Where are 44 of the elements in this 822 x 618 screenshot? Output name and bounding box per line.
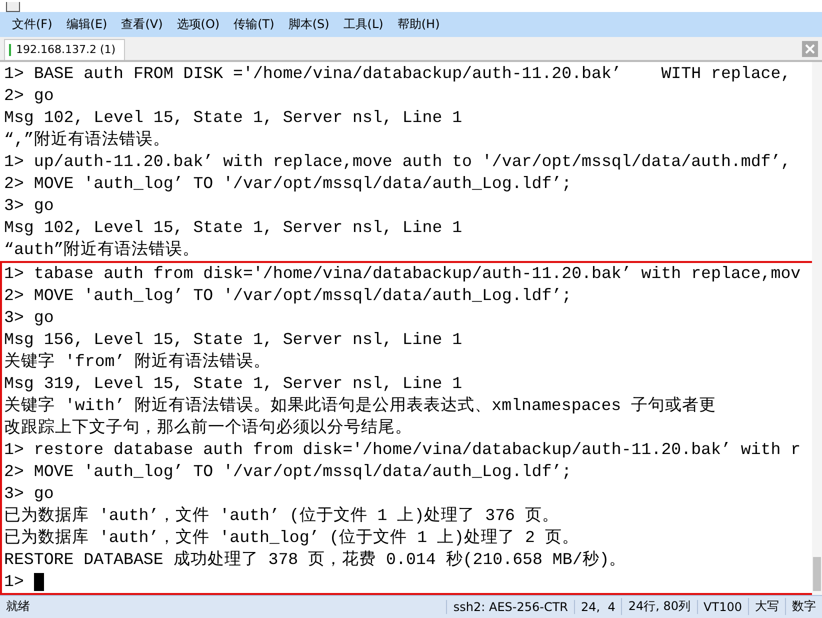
terminal-line: 1> BASE auth FROM DISK ='/home/vina/databackup/auth-11.20.bak’ WITH replace,: [4, 62, 792, 85]
menu-item[interactable]: 选项(O): [170, 14, 226, 35]
terminal-line: “,”附近有语法错误。: [4, 128, 171, 151]
status-text: 24行, 80列: [621, 598, 697, 616]
terminal-line: RESTORE DATABASE 成功处理了 378 页，花费 0.014 秒(210.658 MB/秒)。: [4, 548, 628, 571]
terminal-line: 已为数据库 'auth’，文件 'auth’ (位于文件 1 上)处理了 376 页。: [4, 504, 560, 527]
session-tab[interactable]: 192.168.137.2 (1): [4, 38, 125, 60]
terminal-line: 2> go: [4, 84, 55, 107]
menu-item[interactable]: 编辑(E): [60, 14, 114, 35]
terminal-line: 2> MOVE 'auth_log’ TO '/var/opt/mssql/data/auth_Log.ldf’;: [4, 460, 573, 483]
terminal-line: “auth”附近有语法错误。: [4, 238, 201, 261]
terminal-line: Msg 156, Level 15, State 1, Server nsl, Line 1: [4, 328, 464, 351]
menu-item[interactable]: 脚本(S): [282, 14, 336, 35]
terminal-line: 1> restore database auth from disk='/home/vina/databackup/auth-11.20.bak’ with r: [4, 438, 802, 461]
menu-item[interactable]: 传输(T): [228, 14, 280, 35]
terminal-line: 2> MOVE 'auth_log’ TO '/var/opt/mssql/data/auth_Log.ldf’;: [4, 172, 573, 195]
terminal-line: Msg 102, Level 15, State 1, Server nsl, Line 1: [4, 216, 464, 239]
terminal-line: 1> tabase auth from disk='/home/vina/databackup/auth-11.20.bak’ with replace,mov: [4, 262, 802, 285]
menu-item[interactable]: 文件(F): [6, 14, 58, 35]
terminal-line: 3> go: [4, 194, 55, 217]
tab-label: 192.168.137.2 (1): [16, 43, 116, 56]
close-button[interactable]: [802, 40, 818, 57]
terminal-line: 关键字 'from’ 附近有语法错误。: [4, 350, 272, 373]
status-text: 就绪: [5, 598, 31, 616]
close-icon: [805, 44, 815, 54]
status-text: ssh2: AES-256-CTR: [446, 600, 574, 614]
terminal-line: 关键字 'with’ 附近有语法错误。如果此语句是公用表表达式、xmlnamespaces 子句或者更: [4, 394, 718, 417]
status-text: 数字: [785, 598, 822, 616]
terminal-line: 已为数据库 'auth’，文件 'auth_log’ (位于文件 1 上)处理了 2 页。: [4, 526, 580, 549]
menu-item[interactable]: 工具(L): [337, 14, 390, 35]
terminal-line: Msg 319, Level 15, State 1, Server nsl, Line 1: [4, 372, 464, 395]
status-text: VT100: [696, 600, 748, 614]
status-text: 大写: [748, 598, 785, 616]
terminal-line: 1> up/auth-11.20.bak’ with replace,move auth to '/var/opt/mssql/data/auth.mdf’,: [4, 150, 792, 173]
terminal-line: 3> go: [4, 306, 55, 329]
status-text: 24, 4: [574, 600, 622, 614]
menu-item[interactable]: 帮助(H): [391, 14, 446, 35]
terminal-line: 2> MOVE 'auth_log’ TO '/var/opt/mssql/data/auth_Log.ldf’;: [4, 284, 573, 307]
prompt-text: 1>: [4, 570, 25, 593]
menu-item[interactable]: 查看(V): [115, 14, 169, 35]
terminal-line: 改跟踪上下文子句，那么前一个语句必须以分号结尾。: [4, 416, 413, 439]
terminal-line: 3> go: [4, 482, 55, 505]
app-icon: [6, 2, 20, 12]
terminal-line: Msg 102, Level 15, State 1, Server nsl, Line 1: [4, 106, 464, 129]
